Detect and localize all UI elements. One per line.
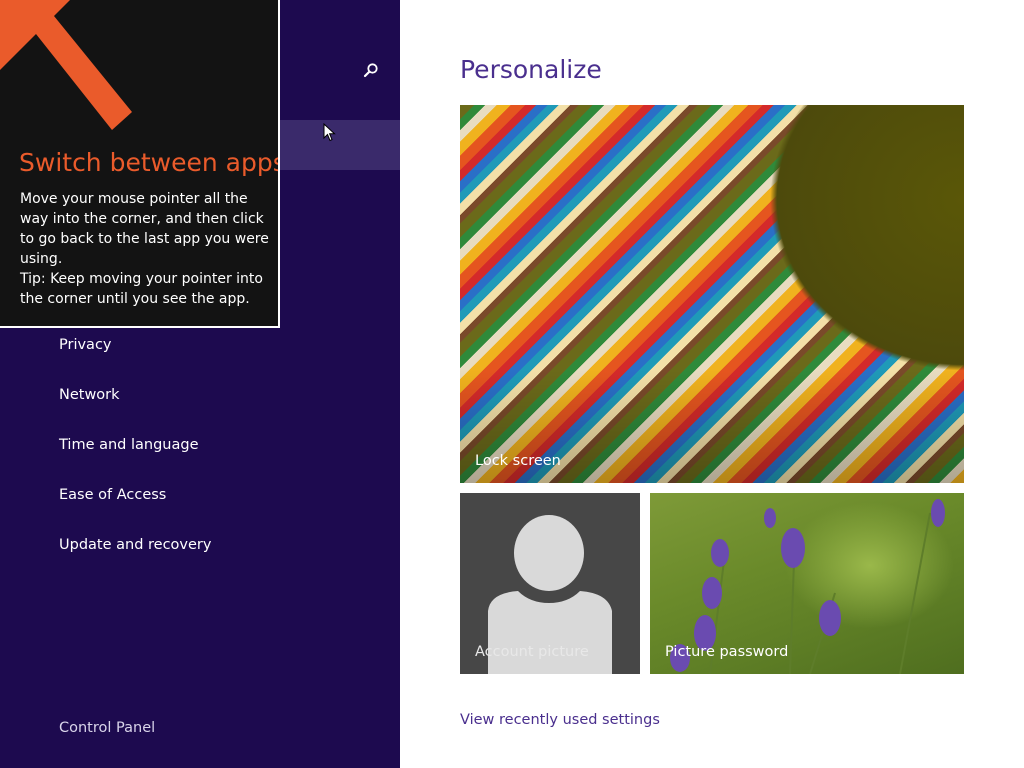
- nav-item-privacy[interactable]: Privacy: [59, 335, 112, 355]
- nav-item-network[interactable]: Network: [59, 385, 120, 405]
- tip-description: Move your mouse pointer all the way into…: [20, 191, 269, 267]
- picture-password-tile[interactable]: Picture password: [650, 493, 964, 674]
- lock-screen-label: Lock screen: [475, 453, 561, 469]
- nav-item-update-and-recovery[interactable]: Update and recovery: [59, 535, 211, 555]
- pc-settings-screen: Privacy Network Time and language Ease o…: [0, 0, 1024, 768]
- account-picture-label: Account picture: [475, 644, 589, 660]
- view-recent-settings-link[interactable]: View recently used settings: [460, 710, 660, 730]
- search-icon: [363, 63, 378, 78]
- switch-apps-tip: Switch between apps Move your mouse poin…: [0, 0, 280, 328]
- lock-screen-tile[interactable]: Lock screen: [460, 105, 964, 483]
- personalize-content: Personalize Lock screen Account picture: [400, 0, 1024, 768]
- mouse-pointer-icon: [323, 123, 336, 142]
- search-button[interactable]: [356, 56, 386, 86]
- picture-password-label: Picture password: [665, 644, 789, 660]
- lock-screen-image: [460, 105, 964, 483]
- nav-item-ease-of-access[interactable]: Ease of Access: [59, 485, 166, 505]
- tip-title: Switch between apps: [19, 148, 280, 177]
- tip-hint: Tip: Keep moving your pointer into the c…: [20, 271, 263, 307]
- nav-item-time-and-language[interactable]: Time and language: [59, 435, 199, 455]
- account-picture-tile[interactable]: Account picture: [460, 493, 640, 674]
- arrow-up-left-icon: [0, 0, 132, 130]
- control-panel-link[interactable]: Control Panel: [59, 718, 155, 738]
- tip-body: Move your mouse pointer all the way into…: [20, 189, 270, 309]
- page-title: Personalize: [460, 55, 602, 84]
